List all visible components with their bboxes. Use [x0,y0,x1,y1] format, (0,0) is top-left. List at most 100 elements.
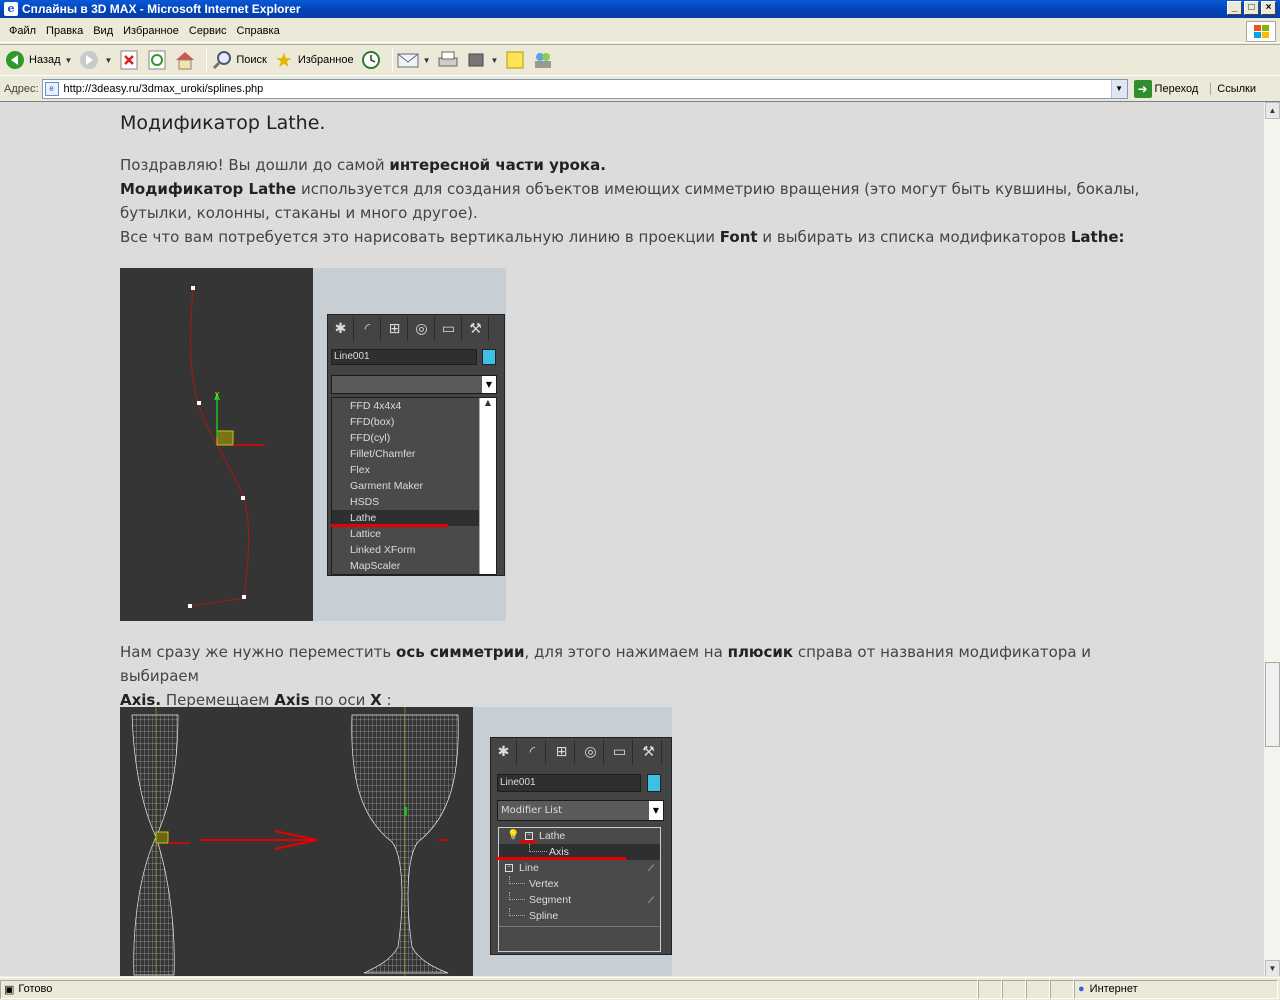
window-controls: _ □ × [1227,1,1276,15]
stop-button[interactable] [118,47,140,73]
menu-view[interactable]: Вид [93,25,113,37]
modifier-list-dropdown[interactable]: Modifier List ▼ [497,800,664,821]
modifier-list: FFD 4x4x4 FFD(box) FFD(cyl) Fillet/Chamfer F… [331,397,497,575]
lightbulb-icon[interactable]: 💡 [507,828,519,844]
modifier-list-item[interactable]: FFD(cyl) [332,430,496,446]
create-tab-icon[interactable]: ✱ [491,740,517,764]
list-scrollbar[interactable]: ▲ [479,398,496,574]
create-tab-icon[interactable]: ✱ [328,317,354,341]
vertical-scrollbar[interactable]: ▲ ▼ [1263,102,1280,976]
search-button[interactable]: Поиск [211,47,267,73]
modifier-stack: 💡 − Lathe Axis − Line ⟋ Vertex Segment ⟋… [498,827,661,952]
forward-button[interactable]: ▼ [78,47,112,73]
go-button[interactable]: ➜ Переход [1133,79,1198,98]
links-button[interactable]: Ссылки [1210,82,1256,95]
motion-tab-icon[interactable]: ◎ [578,740,604,764]
display-tab-icon[interactable]: ▭ [436,317,462,341]
forward-arrow-icon [78,49,100,71]
menu-help[interactable]: Справка [237,25,280,37]
modifier-list-item[interactable]: Linked XForm [332,542,496,558]
chevron-down-icon[interactable]: ▼ [65,56,73,65]
home-button[interactable] [174,47,196,73]
hierarchy-tab-icon[interactable]: ⊞ [549,740,575,764]
text: , для этого нажимаем на [524,643,728,661]
motion-tab-icon[interactable]: ◎ [409,317,435,341]
object-name-field[interactable]: Line001 [331,349,477,365]
bold-text: плюсик [727,643,794,661]
menu-tools[interactable]: Сервис [189,25,227,37]
stack-label: Vertex [529,878,559,890]
minimize-button[interactable]: _ [1227,1,1242,15]
back-label: Назад [29,54,61,66]
command-panel-modify: ✱ ◜ ⊞ ◎ ▭ ⚒ Line001 Modifier List ▼ 💡 − … [490,737,672,955]
chevron-down-icon[interactable]: ▼ [649,801,663,820]
address-input[interactable]: e http://3deasy.ru/3dmax_uroki/splines.p… [41,78,1128,99]
paragraph-instruction: Все что вам потребуется это нарисовать в… [120,225,1160,249]
modifier-list-item[interactable]: Fillet/Chamfer [332,446,496,462]
bold-text: Модификатор Lathe [120,180,297,198]
bold-text: Font [719,228,758,246]
display-tab-icon[interactable]: ▭ [607,740,633,764]
discuss-button[interactable] [504,47,526,73]
history-button[interactable] [360,47,382,73]
stack-item-segment[interactable]: Segment ⟋ [499,892,660,908]
modify-tab-icon[interactable]: ◜ [520,740,546,764]
scrollbar-thumb[interactable] [1265,662,1280,747]
modifier-list-dropdown[interactable]: ▼ [331,375,497,394]
modifier-list-item[interactable]: FFD(box) [332,414,496,430]
note-icon [504,49,526,71]
refresh-button[interactable] [146,47,168,73]
maximize-button[interactable]: □ [1244,1,1259,15]
mail-button[interactable]: ▼ [397,47,431,73]
messenger-button[interactable] [532,47,554,73]
modifier-list-item[interactable]: FFD 4x4x4 [332,398,496,414]
viewport-spline: y [120,268,313,621]
address-url: http://3deasy.ru/3dmax_uroki/splines.php [63,82,264,95]
stack-item-line[interactable]: − Line ⟋ [499,860,660,876]
modifier-list-item[interactable]: Lattice [332,526,496,542]
chevron-down-icon[interactable]: ▼ [423,56,431,65]
scroll-up-button[interactable]: ▲ [1265,102,1280,119]
paragraph-lathe-description: Модификатор Lathe используется для созда… [120,177,1160,225]
back-button[interactable]: Назад ▼ [4,47,72,73]
stack-item-vertex[interactable]: Vertex [499,876,660,892]
hierarchy-tab-icon[interactable]: ⊞ [382,317,408,341]
modifier-list-item[interactable]: MapScaler [332,558,496,574]
utilities-tab-icon[interactable]: ⚒ [463,317,489,341]
print-button[interactable] [437,47,459,73]
stack-item-spline[interactable]: Spline [499,908,660,924]
modify-tab-icon[interactable]: ◜ [355,317,381,341]
favorites-label: Избранное [297,54,354,66]
bold-text: интересной части урока. [389,156,606,174]
utilities-tab-icon[interactable]: ⚒ [636,740,662,764]
spline-drawing: y [188,286,265,608]
modifier-list-item[interactable]: Garment Maker [332,478,496,494]
menu-file[interactable]: Файл [9,25,36,37]
menu-edit[interactable]: Правка [46,25,83,37]
windows-logo-icon [1246,21,1276,42]
close-button[interactable]: × [1261,1,1276,15]
edit-button[interactable]: ▼ [465,47,499,73]
chevron-down-icon[interactable]: ▼ [491,56,499,65]
collapse-icon[interactable]: − [505,864,513,872]
axis-label: y [215,390,219,398]
printer-icon [437,49,459,71]
object-name-field[interactable]: Line001 [497,774,641,792]
standard-toolbar: Назад ▼ ▼ Поиск ★ Избранное ▼ ▼ [0,44,1280,76]
scroll-down-button[interactable]: ▼ [1265,960,1280,976]
collapse-icon[interactable]: − [525,832,533,840]
object-color-swatch[interactable] [647,774,661,792]
chevron-down-icon[interactable]: ▼ [482,376,496,393]
modifier-list-item[interactable]: Flex [332,462,496,478]
highlight-underline [331,524,448,527]
object-color-swatch[interactable] [482,349,496,365]
chevron-down-icon[interactable]: ▼ [1110,79,1127,98]
modifier-list-item[interactable]: HSDS [332,494,496,510]
modifier-items: FFD 4x4x4 FFD(box) FFD(cyl) Fillet/Chamfer F… [332,398,496,574]
favorites-button[interactable]: ★ Избранное [273,47,354,73]
scroll-up-icon[interactable]: ▲ [480,398,496,407]
text: Нам сразу же нужно переместить [120,643,397,661]
search-label: Поиск [236,54,267,66]
chevron-down-icon[interactable]: ▼ [104,56,112,65]
menu-favorites[interactable]: Избранное [123,25,179,37]
